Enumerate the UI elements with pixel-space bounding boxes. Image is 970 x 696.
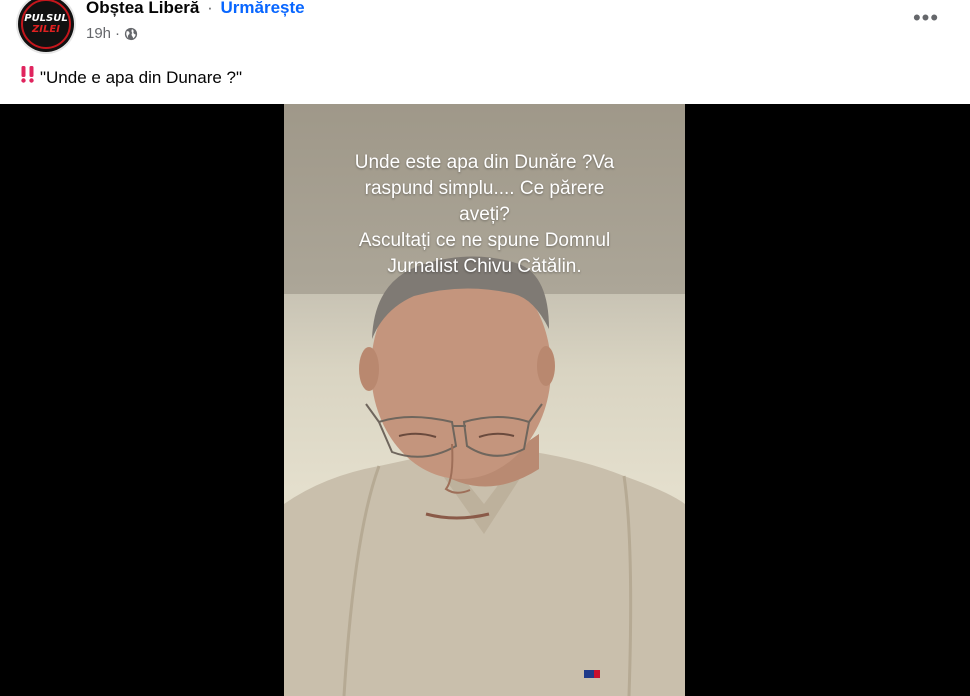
post-timestamp[interactable]: 19h xyxy=(86,24,111,44)
double-exclamation-icon xyxy=(18,64,40,91)
follow-button[interactable]: Urmărește xyxy=(221,0,305,17)
avatar-logo-line1: PULSUL xyxy=(24,13,68,24)
author-name[interactable]: Obștea Liberă xyxy=(86,0,199,17)
post-header: PULSUL ZILEI Obștea Liberă · Urmărește 1… xyxy=(0,0,970,60)
globe-icon[interactable] xyxy=(124,27,138,41)
caption-line: Unde este apa din Dunăre ?Va xyxy=(354,152,615,173)
post-meta: 19h · xyxy=(86,24,138,44)
video-frame[interactable]: Unde este apa din Dunăre ?Va raspund sim… xyxy=(284,104,685,696)
post-text: "Unde e apa din Dunare ?" xyxy=(18,64,242,91)
caption-line: Jurnalist Chivu Cătălin. xyxy=(387,256,582,277)
author-line: Obștea Liberă · Urmărește xyxy=(86,0,305,19)
more-options-button[interactable]: ••• xyxy=(906,2,946,34)
video-caption: Unde este apa din Dunăre ?Va raspund sim… xyxy=(284,150,685,280)
author-separator: · xyxy=(207,0,213,17)
more-horizontal-icon: ••• xyxy=(912,5,940,30)
caption-line: aveți? xyxy=(459,204,510,225)
page-avatar[interactable]: PULSUL ZILEI xyxy=(18,0,74,52)
video-player[interactable]: Unde este apa din Dunăre ?Va raspund sim… xyxy=(0,104,970,696)
meta-separator: · xyxy=(115,25,121,42)
caption-line: Ascultați ce ne spune Domnul xyxy=(358,230,611,251)
caption-line: raspund simplu.... Ce părere xyxy=(364,178,605,199)
post-message: "Unde e apa din Dunare ?" xyxy=(40,67,243,87)
avatar-logo-line2: ZILEI xyxy=(32,24,60,35)
